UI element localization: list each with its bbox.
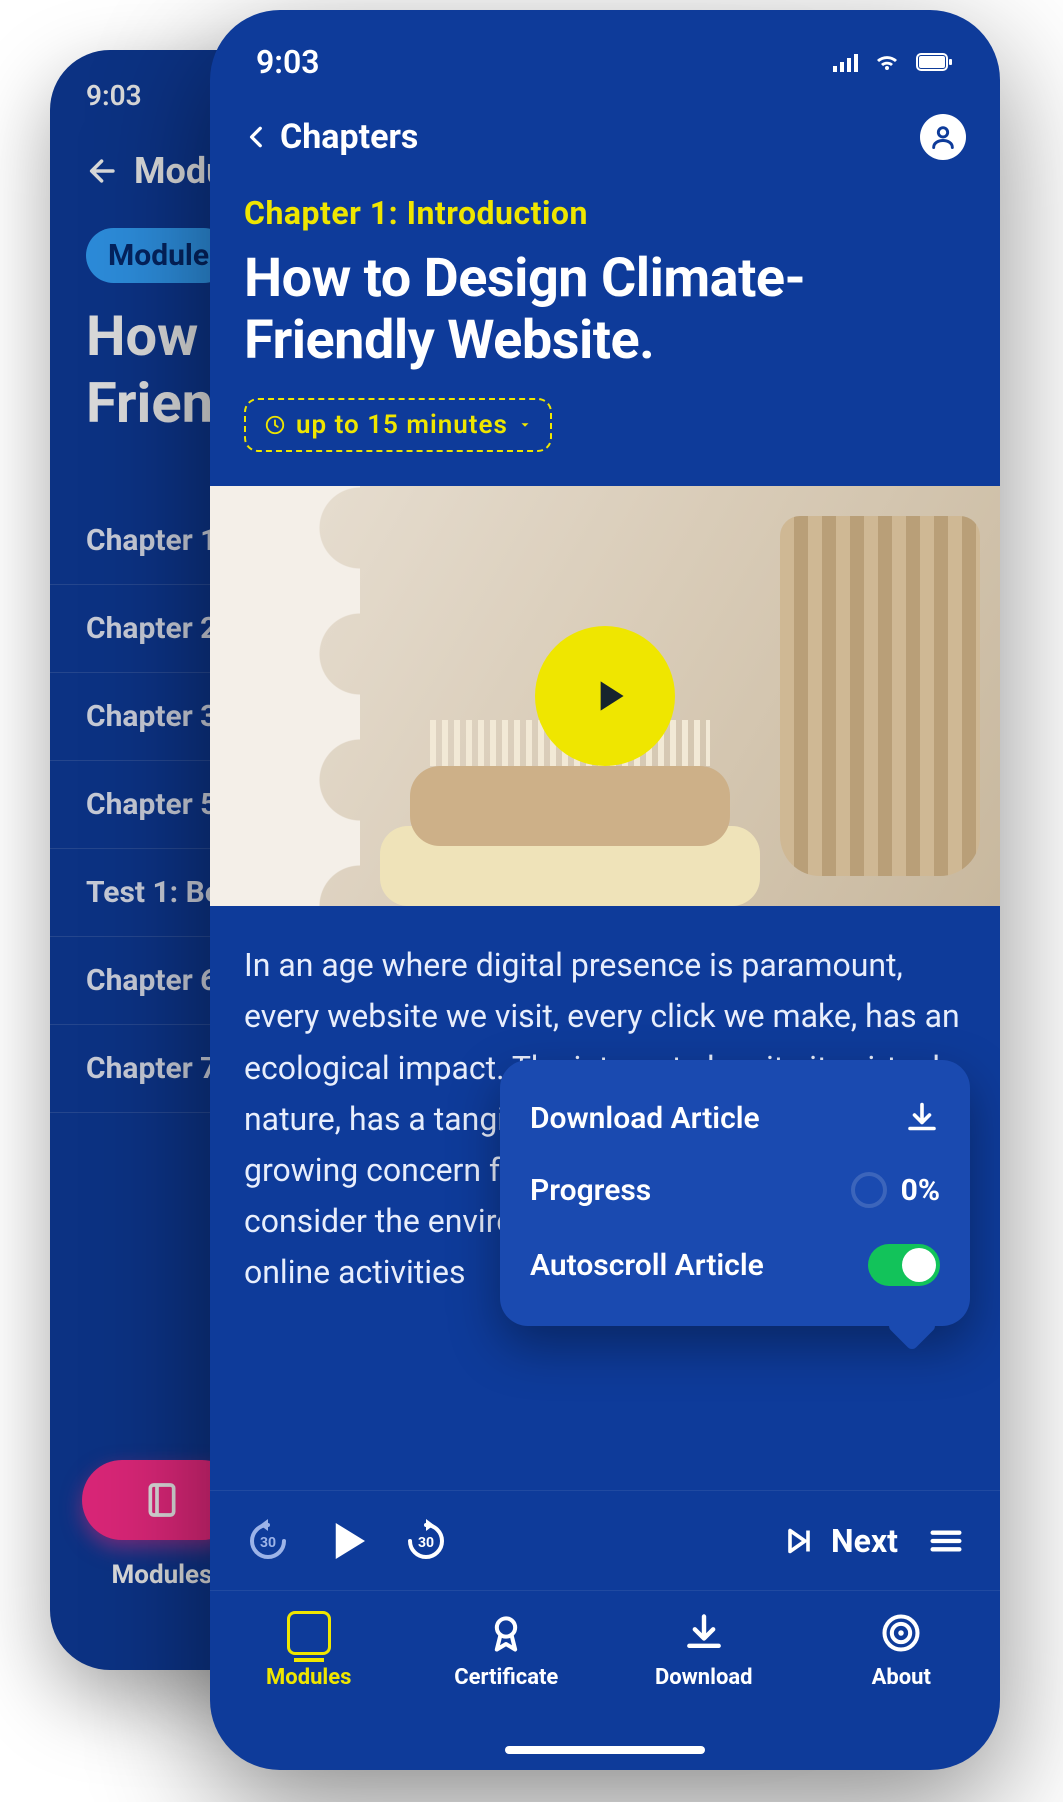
next-button[interactable]: Next (781, 1522, 898, 1560)
book-icon (287, 1611, 331, 1655)
nav-download-label: Download (655, 1665, 753, 1690)
chevron-left-icon (244, 119, 270, 155)
nav-download[interactable]: Download (624, 1611, 784, 1690)
arrow-left-icon (86, 154, 120, 188)
profile-button[interactable] (920, 114, 966, 160)
video-thumbnail[interactable] (210, 486, 1000, 906)
battery-icon (914, 53, 954, 71)
svg-text:30: 30 (418, 1535, 434, 1551)
download-icon (904, 1100, 940, 1136)
autoscroll-label: Autoscroll Article (530, 1248, 764, 1283)
play-icon[interactable] (320, 1514, 374, 1568)
nav-modules-label: Modules (266, 1665, 351, 1690)
clock-icon (264, 414, 286, 436)
statusbar-front: 9:03 (210, 10, 1000, 90)
nav-certificate-label: Certificate (454, 1665, 558, 1690)
skip-next-icon (781, 1523, 817, 1559)
book-icon (142, 1480, 182, 1520)
person-icon (929, 123, 957, 151)
cellular-icon (830, 52, 860, 72)
clock-time: 9:03 (86, 79, 142, 112)
ribbon-icon (484, 1611, 528, 1655)
nav-certificate[interactable]: Certificate (426, 1611, 586, 1690)
bottom-nav: Modules Certificate Download About (210, 1590, 1000, 1770)
target-icon (879, 1611, 923, 1655)
thumbnail-decor (210, 486, 360, 906)
nav-about[interactable]: About (821, 1611, 981, 1690)
forward-30-icon[interactable]: 30 (402, 1517, 450, 1565)
nav-about-label: About (872, 1665, 931, 1690)
svg-text:30: 30 (260, 1535, 276, 1551)
progress-value: 0% (901, 1173, 940, 1208)
autoscroll-toggle[interactable] (868, 1244, 940, 1286)
autoscroll-row: Autoscroll Article (526, 1226, 944, 1304)
article-options-popover: Download Article Progress 0% Autoscroll … (500, 1060, 970, 1326)
home-indicator[interactable] (505, 1746, 705, 1754)
duration-text: up to 15 minutes (296, 410, 508, 440)
topbar: Chapters (210, 90, 1000, 160)
foreground-phone: 9:03 Chapters Chapter 1: Introduction Ho… (210, 10, 1000, 1770)
play-video-button[interactable] (535, 626, 675, 766)
thumbnail-decor (410, 766, 730, 846)
back-label: Chapters (280, 117, 418, 157)
progress-label: Progress (530, 1173, 651, 1208)
download-icon (682, 1611, 726, 1655)
progress-ring-icon (851, 1172, 887, 1208)
progress-row: Progress 0% (526, 1154, 944, 1226)
caret-down-icon (518, 418, 532, 432)
rewind-30-icon[interactable]: 30 (244, 1517, 292, 1565)
next-label: Next (831, 1522, 898, 1560)
page-title: How to Design Climate-Friendly Website. (210, 232, 1000, 372)
menu-icon[interactable] (926, 1521, 966, 1561)
nav-modules[interactable]: Modules (229, 1611, 389, 1690)
thumbnail-decor (780, 516, 980, 876)
back-button[interactable]: Chapters (244, 117, 418, 157)
wifi-icon (872, 52, 902, 72)
audio-player-bar: 30 30 Next (210, 1490, 1000, 1590)
download-article-label: Download Article (530, 1101, 760, 1136)
chapter-eyebrow: Chapter 1: Introduction (210, 160, 1000, 232)
clock-time: 9:03 (256, 43, 320, 81)
play-icon (584, 671, 634, 721)
status-icons (830, 52, 954, 72)
duration-chip[interactable]: up to 15 minutes (244, 398, 552, 452)
download-article-row[interactable]: Download Article (526, 1082, 944, 1154)
